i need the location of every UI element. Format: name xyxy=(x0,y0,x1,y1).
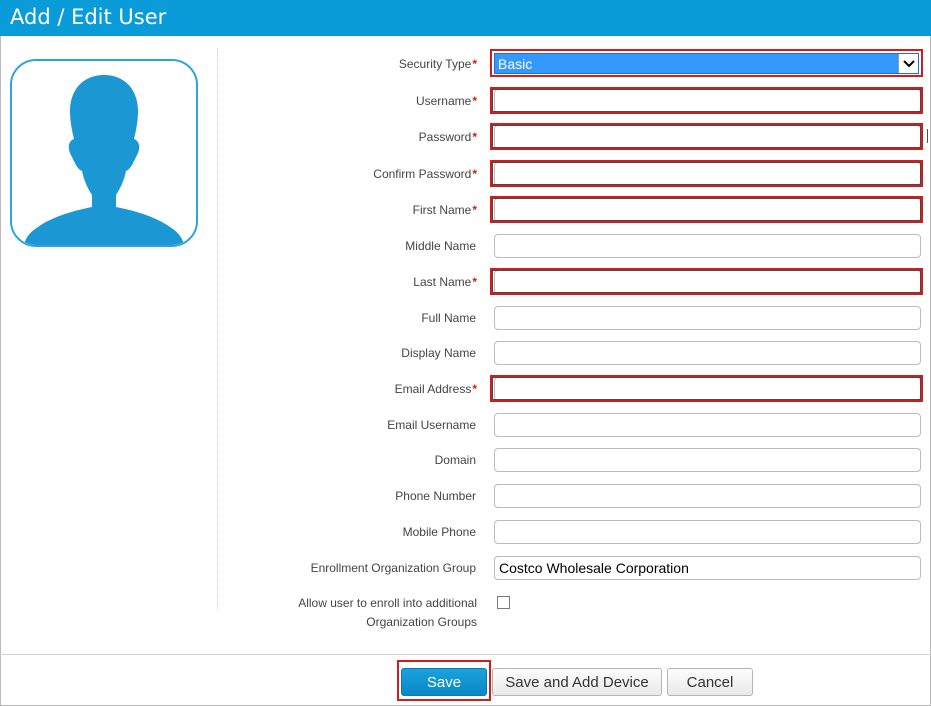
confirm-password-label: Confirm Password* xyxy=(373,167,477,181)
row-enrollment-og: Enrollment Organization Group xyxy=(0,554,931,582)
row-email-address: Email Address* xyxy=(0,375,931,403)
domain-input[interactable] xyxy=(494,448,921,472)
security-type-label: Security Type* xyxy=(398,57,477,71)
mobile-phone-input[interactable] xyxy=(494,520,921,544)
save-and-add-device-button[interactable]: Save and Add Device xyxy=(492,668,662,696)
row-phone-number: Phone Number xyxy=(0,482,931,510)
row-username: Username* xyxy=(0,87,931,115)
row-middle-name: Middle Name xyxy=(0,232,931,260)
security-type-select[interactable]: Basic xyxy=(494,53,919,74)
row-display-name: Display Name xyxy=(0,339,931,367)
cancel-button[interactable]: Cancel xyxy=(667,668,753,696)
enrollment-og-input[interactable] xyxy=(494,556,921,580)
chevron-down-icon[interactable] xyxy=(898,54,918,73)
row-domain: Domain xyxy=(0,446,931,474)
row-password: Password* xyxy=(0,123,931,151)
email-username-label: Email Username xyxy=(387,418,476,432)
last-name-label: Last Name* xyxy=(413,275,477,289)
username-input[interactable] xyxy=(494,89,921,113)
confirm-password-input[interactable] xyxy=(494,162,921,186)
first-name-label: First Name* xyxy=(412,203,477,217)
email-username-input[interactable] xyxy=(494,413,921,437)
mobile-phone-label: Mobile Phone xyxy=(402,525,476,539)
full-name-label: Full Name xyxy=(421,311,476,325)
save-button[interactable]: Save xyxy=(401,668,487,696)
display-name-input[interactable] xyxy=(494,341,921,365)
display-name-label: Display Name xyxy=(401,346,476,360)
middle-name-label: Middle Name xyxy=(405,239,476,253)
domain-label: Domain xyxy=(434,453,476,467)
email-address-label: Email Address* xyxy=(394,382,477,396)
phone-number-label: Phone Number xyxy=(395,489,476,503)
footer-divider xyxy=(0,654,931,655)
full-name-input[interactable] xyxy=(494,306,921,330)
enrollment-og-label: Enrollment Organization Group xyxy=(310,561,476,575)
row-first-name: First Name* xyxy=(0,196,931,224)
email-address-input[interactable] xyxy=(494,377,921,401)
row-email-username: Email Username xyxy=(0,411,931,439)
scroll-indicator xyxy=(927,129,928,143)
first-name-input[interactable] xyxy=(494,198,921,222)
last-name-input[interactable] xyxy=(494,270,921,294)
allow-additional-og-checkbox[interactable] xyxy=(497,596,510,609)
middle-name-input[interactable] xyxy=(494,234,921,258)
password-label: Password* xyxy=(418,130,477,144)
security-type-value: Basic xyxy=(498,56,533,72)
password-input[interactable] xyxy=(494,125,921,149)
phone-number-input[interactable] xyxy=(494,484,921,508)
dialog-title: Add / Edit User xyxy=(10,5,167,29)
title-bar: Add / Edit User xyxy=(0,0,931,36)
row-mobile-phone: Mobile Phone xyxy=(0,518,931,546)
allow-additional-og-label: Allow user to enroll into additional Org… xyxy=(298,596,477,629)
row-last-name: Last Name* xyxy=(0,268,931,296)
row-full-name: Full Name xyxy=(0,304,931,332)
username-label: Username* xyxy=(415,94,477,108)
row-confirm-password: Confirm Password* xyxy=(0,160,931,188)
